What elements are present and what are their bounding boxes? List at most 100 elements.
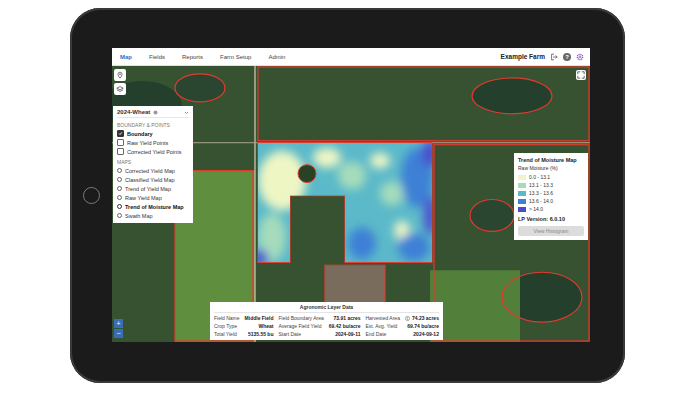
legend-swatch [518,207,526,212]
layer-label: Boundary [127,131,153,137]
legend-title: Trend of Moisture Map [518,157,584,163]
map-controls [114,69,126,95]
table-value: 5135.55 bu [245,331,274,337]
caret-icon [184,110,189,115]
table-value: Wheat [245,323,274,329]
tablet: Map Fields Reports Farm Setup Admin Example … [70,8,625,383]
section-heading: MAPS [117,159,189,165]
layer-label: Trend of Yield Map [125,186,171,192]
checkbox[interactable] [117,148,124,155]
map[interactable]: 2024-Wheat BOUNDARY & POINTS Boundary Ra… [112,66,590,342]
nav-tab[interactable]: Reports [182,54,203,60]
info-icon[interactable] [405,316,410,321]
legend-panel: Trend of Moisture Map Raw Moisture (%) 0… [514,153,588,240]
layer-item[interactable]: Corrected Yield Map [117,167,189,174]
table-label: Field Boundary Area [278,315,323,321]
legend-label: 13.1 - 13.3 [529,182,553,188]
layer-label: Raw Yield Map [125,195,162,201]
nav-tab[interactable]: Map [120,54,132,60]
pin-button[interactable] [114,69,126,81]
fullscreen-icon [577,71,585,79]
layer-label: Trend of Moisture Map [125,204,184,210]
layer-label: Corrected Yield Points [127,149,181,155]
layer-item[interactable]: Raw Yield Points [117,139,189,146]
table-body: Field Name Middle Field Field Boundary Ar… [214,315,439,337]
layer-item[interactable]: Trend of Yield Map [117,185,189,192]
layer-label: Swath Map [125,213,153,219]
legend-swatch [518,183,526,188]
layer-label: Corrected Yield Map [125,168,175,174]
legend-item: 0.0 - 13.1 [518,174,584,180]
radio-button[interactable] [117,168,122,173]
nav-tab[interactable]: Admin [268,54,285,60]
table-label: Harvested Area [365,315,399,321]
histogram-button[interactable]: View Histogram [518,226,584,236]
radio-button[interactable] [117,186,122,191]
legend-swatch [518,199,526,204]
nav-bar: Map Fields Reports Farm Setup Admin Example … [112,48,590,66]
radio-button[interactable] [117,195,122,200]
legend-label: 13.3 - 13.6 [529,190,553,196]
layer-item[interactable]: Swath Map [117,212,189,219]
layers-icon [116,85,124,93]
table-value: 69.74 bu/acre [405,323,439,329]
info-icon [153,110,158,115]
fullscreen-button[interactable] [576,70,586,80]
legend-item: 13.6 - 14.0 [518,198,584,204]
home-button[interactable] [83,187,100,204]
screen: Map Fields Reports Farm Setup Admin Example … [112,48,590,342]
zoom-button[interactable]: − [114,329,123,338]
table-label: Crop Type [214,323,240,329]
legend-label: > 14.0 [529,206,543,212]
legend-item: > 14.0 [518,206,584,212]
farm-name[interactable]: Example Farm [501,53,545,60]
table-value: 69.42 bu/acre [329,323,361,329]
layer-item[interactable]: Boundary [117,130,189,137]
check-icon [118,131,123,136]
layer-label: Classified Yield Map [125,177,175,183]
table-label: Average Field Yield [278,323,323,329]
table-value: Middle Field [245,315,274,321]
zoom-controls: +− [114,319,123,338]
layer-item[interactable]: Raw Yield Map [117,194,189,201]
table-label: Field Name [214,315,240,321]
legend-swatch [518,175,526,180]
table-value: 74.23 acres [405,315,439,321]
layer-label: Raw Yield Points [127,140,168,146]
legend-subtitle: Raw Moisture (%) [518,165,584,171]
season-title: 2024-Wheat [117,109,150,115]
radio-button[interactable] [117,204,122,209]
checkbox[interactable] [117,139,124,146]
legend-item: 13.1 - 13.3 [518,182,584,188]
season-selector[interactable]: 2024-Wheat [117,109,189,118]
agronomic-table: Agronomic Layer Data Field Name Middle F… [210,302,443,340]
table-title: Agronomic Layer Data [214,304,439,313]
table-label: Start Date [278,331,323,337]
nav-tab[interactable]: Farm Setup [220,54,251,60]
table-label: Est. Avg. Yield [365,323,399,329]
zoom-button[interactable]: + [114,319,123,328]
table-label: End Date [365,331,399,337]
table-value: 2024-09-11 [329,331,361,337]
nav-tab[interactable]: Fields [149,54,165,60]
layer-item[interactable]: Trend of Moisture Map [117,203,189,210]
layer-item[interactable]: Corrected Yield Points [117,148,189,155]
layers-button[interactable] [114,83,126,95]
legend-item: 13.3 - 13.6 [518,190,584,196]
layer-item[interactable]: Classified Yield Map [117,176,189,183]
page: Map Fields Reports Farm Setup Admin Example … [0,0,700,400]
radio-button[interactable] [117,213,122,218]
legend-label: 13.6 - 14.0 [529,198,553,204]
legend-swatch [518,191,526,196]
radio-button[interactable] [117,177,122,182]
account-area: Example Farm ? [501,53,584,61]
table-value: 2024-09-12 [405,331,439,337]
table-value: 73.91 acres [329,315,361,321]
logout-icon[interactable] [550,53,558,61]
help-button[interactable]: ? [563,53,571,61]
gear-icon[interactable] [576,53,584,61]
section-heading: BOUNDARY & POINTS [117,122,189,128]
legend-label: 0.0 - 13.1 [529,174,550,180]
checkbox[interactable] [117,130,124,137]
moisture-heatmap [252,136,442,271]
